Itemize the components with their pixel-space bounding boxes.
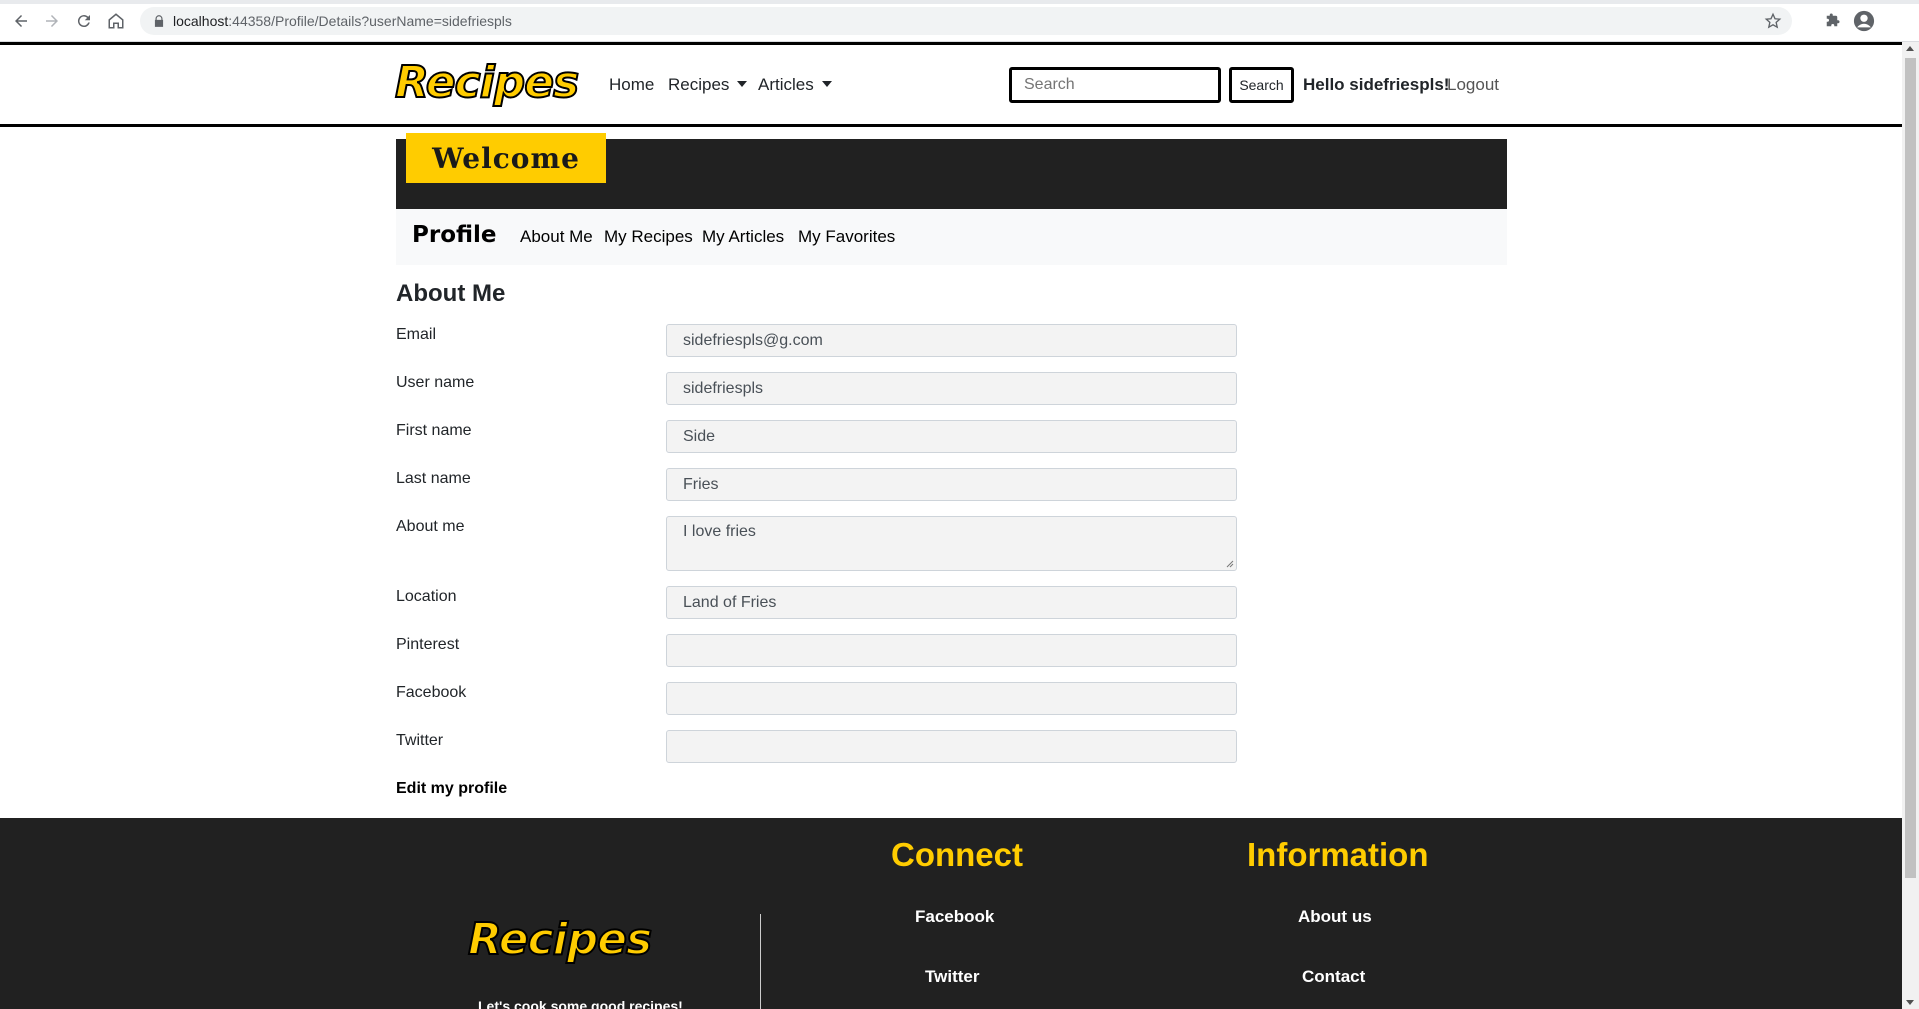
forward-button[interactable] xyxy=(40,9,64,33)
search-button[interactable]: Search xyxy=(1229,67,1294,103)
user-greeting[interactable]: Hello sidefriespls! xyxy=(1303,75,1449,95)
puzzle-icon xyxy=(1826,13,1840,27)
last-name-label: Last name xyxy=(396,470,471,487)
welcome-banner: Welcome xyxy=(396,133,1507,209)
site-header: Recipes Home Recipes Articles Search Hel… xyxy=(0,42,1902,127)
twitter-label: Twitter xyxy=(396,732,444,749)
site-logo[interactable]: Recipes xyxy=(394,56,580,109)
facebook-label: Facebook xyxy=(396,684,467,701)
page-viewport: Recipes Home Recipes Articles Search Hel… xyxy=(0,42,1902,1009)
extensions-button[interactable] xyxy=(1820,9,1844,33)
search-input[interactable] xyxy=(1009,67,1221,103)
footer-connect-heading: Connect xyxy=(891,836,1023,873)
browser-toolbar: localhost:44358/Profile/Details?userName… xyxy=(0,0,1919,42)
scroll-up-arrow-icon[interactable] xyxy=(1906,46,1914,51)
bookmark-star-icon[interactable] xyxy=(1764,12,1782,30)
edit-profile-link[interactable]: Edit my profile xyxy=(396,780,507,798)
home-icon xyxy=(108,13,124,29)
footer-contact-link[interactable]: Contact xyxy=(1302,967,1365,987)
welcome-badge: Welcome xyxy=(406,133,606,183)
welcome-heading: Welcome xyxy=(432,141,580,175)
url-text: localhost:44358/Profile/Details?userName… xyxy=(173,13,512,29)
scrollbar-thumb[interactable] xyxy=(1905,58,1916,878)
facebook-field[interactable] xyxy=(666,682,1237,715)
first-name-field[interactable] xyxy=(666,420,1237,453)
arrow-left-icon xyxy=(15,15,27,27)
footer-twitter-link[interactable]: Twitter xyxy=(925,967,979,987)
footer-about-us-link[interactable]: About us xyxy=(1298,907,1372,927)
about-me-textarea[interactable]: I love fries xyxy=(666,516,1237,571)
about-me-label: About me xyxy=(396,518,465,535)
nav-articles-dropdown[interactable]: Articles xyxy=(758,75,832,95)
first-name-label: First name xyxy=(396,422,472,439)
footer-facebook-link[interactable]: Facebook xyxy=(915,907,994,927)
site-footer: Recipes Let's cook some good recipes! Co… xyxy=(0,818,1902,1009)
twitter-field[interactable] xyxy=(666,730,1237,763)
username-label: User name xyxy=(396,374,475,391)
tab-my-recipes[interactable]: My Recipes xyxy=(604,227,693,247)
reload-icon xyxy=(77,15,90,28)
about-me-heading: About Me xyxy=(396,280,506,307)
email-field[interactable] xyxy=(666,324,1237,357)
page-scrollbar[interactable] xyxy=(1902,42,1919,1009)
tab-my-articles[interactable]: My Articles xyxy=(702,227,784,247)
tab-strip-edge xyxy=(0,0,1919,4)
account-circle-icon xyxy=(1853,10,1875,32)
lock-icon xyxy=(154,15,164,27)
reload-button[interactable] xyxy=(72,9,96,33)
scroll-down-arrow-icon[interactable] xyxy=(1906,1000,1914,1005)
nav-home-link[interactable]: Home xyxy=(609,75,654,95)
home-button[interactable] xyxy=(104,9,128,33)
pinterest-field[interactable] xyxy=(666,634,1237,667)
profile-navbar: Profile About Me My Recipes My Articles … xyxy=(396,209,1507,265)
footer-information-heading: Information xyxy=(1247,836,1429,873)
username-field[interactable] xyxy=(666,372,1237,405)
resize-grip-icon[interactable] xyxy=(1226,560,1234,568)
arrow-right-icon xyxy=(46,15,58,27)
nav-recipes-dropdown[interactable]: Recipes xyxy=(668,75,747,95)
last-name-field[interactable] xyxy=(666,468,1237,501)
footer-divider xyxy=(760,914,761,1009)
tab-about-me[interactable]: About Me xyxy=(520,227,593,247)
tab-my-favorites[interactable]: My Favorites xyxy=(798,227,895,247)
profile-button[interactable] xyxy=(1852,9,1876,33)
address-bar[interactable]: localhost:44358/Profile/Details?userName… xyxy=(140,7,1792,35)
location-field[interactable] xyxy=(666,586,1237,619)
footer-tagline: Let's cook some good recipes! xyxy=(478,998,683,1009)
about-me-text: I love fries xyxy=(683,523,756,540)
location-label: Location xyxy=(396,588,457,605)
pinterest-label: Pinterest xyxy=(396,636,460,653)
profile-title: Profile xyxy=(412,222,497,248)
back-button[interactable] xyxy=(9,9,33,33)
logout-link[interactable]: Logout xyxy=(1447,75,1499,95)
email-label: Email xyxy=(396,326,437,343)
footer-logo[interactable]: Recipes xyxy=(467,913,653,966)
